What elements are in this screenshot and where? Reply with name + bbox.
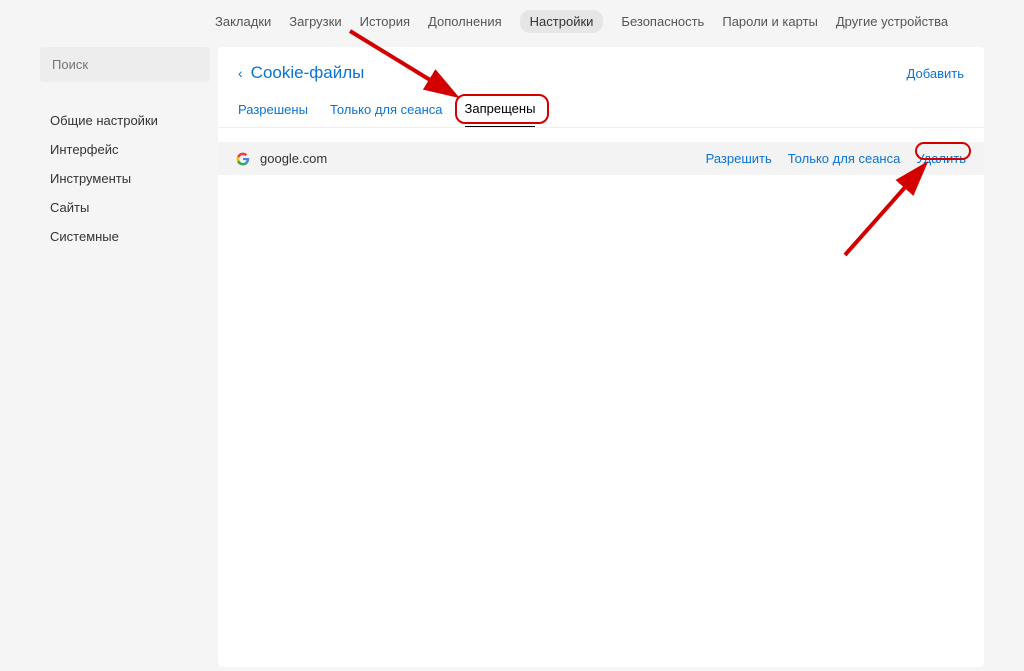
top-tabs: Закладки Загрузки История Дополнения Нас… [215,0,1024,47]
row-domain: google.com [260,151,327,166]
tab-downloads[interactable]: Загрузки [289,14,341,29]
back-to-cookies[interactable]: ‹ Cookie-файлы [238,63,364,83]
sidebar-item-system[interactable]: Системные [40,222,210,251]
row-action-session[interactable]: Только для сеанса [788,151,901,166]
table-row: google.com Разрешить Только для сеанса У… [218,142,984,175]
main-panel: ‹ Cookie-файлы Добавить Разрешены Только… [218,47,984,667]
subtab-blocked[interactable]: Запрещены [465,101,536,127]
google-icon [236,152,250,166]
row-action-allow[interactable]: Разрешить [706,151,772,166]
subtab-allowed[interactable]: Разрешены [238,102,308,127]
search-input[interactable] [40,47,210,82]
tab-other-devices[interactable]: Другие устройства [836,14,948,29]
tab-addons[interactable]: Дополнения [428,14,502,29]
tab-history[interactable]: История [360,14,410,29]
sidebar-item-interface[interactable]: Интерфейс [40,135,210,164]
sidebar-item-tools[interactable]: Инструменты [40,164,210,193]
sidebar: Общие настройки Интерфейс Инструменты Са… [40,47,210,667]
chevron-left-icon: ‹ [238,65,243,81]
page-title: Cookie-файлы [251,63,365,83]
subtab-session[interactable]: Только для сеанса [330,102,443,127]
tab-settings[interactable]: Настройки [520,10,604,33]
sidebar-item-general[interactable]: Общие настройки [40,106,210,135]
row-action-delete[interactable]: Удалить [916,151,966,166]
add-button[interactable]: Добавить [907,66,964,81]
subtabs: Разрешены Только для сеанса Запрещены [238,101,964,127]
tab-security[interactable]: Безопасность [621,14,704,29]
tab-bookmarks[interactable]: Закладки [215,14,271,29]
tab-passwords[interactable]: Пароли и карты [722,14,818,29]
sidebar-item-sites[interactable]: Сайты [40,193,210,222]
